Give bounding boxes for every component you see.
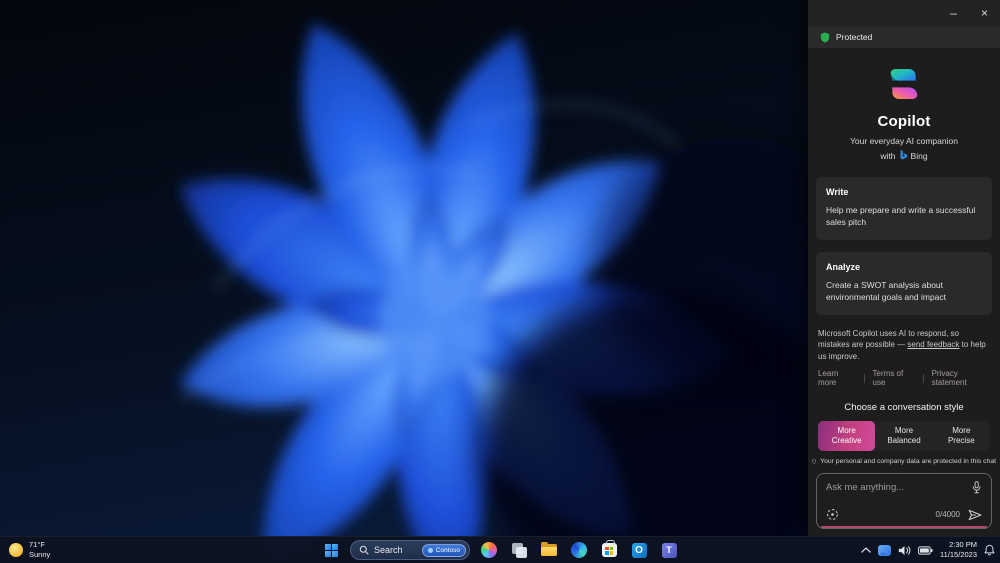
data-protection-notice: Your personal and company data are prote… — [808, 457, 1000, 466]
char-counter: 0/4000 — [935, 510, 960, 519]
data-protection-text: Your personal and company data are prote… — [820, 458, 996, 465]
taskbar: 71°F Sunny Search Contoso O T 2:30 PM 11… — [0, 536, 1000, 563]
taskbar-icon-file-explorer[interactable] — [538, 539, 560, 561]
privacy-statement-link[interactable]: Privacy statement — [932, 369, 990, 387]
suggestion-cards: Write Help me prepare and write a succes… — [808, 177, 1000, 315]
taskbar-icon-store[interactable] — [598, 539, 620, 561]
taskbar-icon-copilot[interactable] — [478, 539, 500, 561]
weather-widget[interactable]: 71°F Sunny — [9, 540, 50, 560]
card-title: Write — [826, 187, 849, 197]
taskbar-icon-edge[interactable] — [568, 539, 590, 561]
with-label: with — [880, 150, 896, 161]
suggestion-card-write[interactable]: Write Help me prepare and write a succes… — [816, 177, 992, 240]
link-divider — [863, 373, 865, 383]
ai-disclaimer: Microsoft Copilot uses AI to respond, so… — [818, 328, 990, 363]
bell-icon[interactable] — [984, 544, 995, 556]
tray-date: 11/15/2023 — [940, 550, 977, 559]
taskbar-center: Search Contoso O T — [320, 539, 680, 561]
weather-temp: 71°F — [29, 540, 45, 550]
chat-input-box: 0/4000 — [816, 473, 992, 529]
conversation-style-heading: Choose a conversation style — [844, 402, 964, 414]
task-view-icon — [511, 542, 527, 558]
style-more-balanced[interactable]: More Balanced — [875, 421, 932, 451]
search-icon — [359, 545, 369, 555]
desktop: – × Protected Copilot Your everyday AI c… — [0, 0, 1000, 563]
terms-of-use-link[interactable]: Terms of use — [873, 369, 915, 387]
card-body: Create a SWOT analysis about environment… — [826, 279, 947, 302]
start-button[interactable] — [320, 539, 342, 561]
copilot-subtitle: Your everyday AI companion — [850, 136, 958, 146]
copilot-panel: – × Protected Copilot Your everyday AI c… — [808, 0, 1000, 536]
windows-logo-icon — [324, 543, 338, 557]
clock[interactable]: 2:30 PM 11/15/2023 — [940, 540, 977, 560]
copilot-titlebar: – × — [808, 0, 1000, 26]
system-tray: 2:30 PM 11/15/2023 — [861, 540, 995, 560]
protected-label: Protected — [836, 32, 873, 42]
card-title: Analyze — [826, 261, 861, 272]
send-icon[interactable] — [968, 509, 982, 521]
style-more-creative[interactable]: More Creative — [818, 421, 876, 452]
taskbar-icon-teams[interactable]: T — [658, 539, 680, 561]
close-icon[interactable]: × — [977, 5, 992, 21]
link-divider — [922, 373, 924, 383]
teams-icon: T — [661, 542, 677, 558]
folder-icon — [541, 542, 557, 556]
chevron-up-icon[interactable] — [861, 547, 871, 553]
card-body: Help me prepare and write a successful s… — [826, 205, 976, 227]
speaker-icon[interactable] — [898, 545, 911, 556]
ask-input[interactable] — [826, 482, 965, 493]
legal-links: Learn more Terms of use Privacy statemen… — [818, 369, 990, 387]
copilot-title: Copilot — [877, 113, 931, 130]
copilot-logo — [890, 68, 918, 100]
weather-condition: Sunny — [29, 550, 51, 559]
conversation-style-toggle: More Creative More Balanced More Precise — [818, 421, 990, 452]
minimize-icon[interactable]: – — [946, 5, 961, 21]
chat-tray-icon[interactable] — [878, 544, 892, 556]
edge-icon — [571, 542, 587, 558]
search-box[interactable]: Search Contoso — [350, 540, 470, 560]
outlook-icon: O — [631, 542, 647, 558]
learn-more-link[interactable]: Learn more — [818, 369, 856, 387]
bing-logo — [900, 150, 907, 160]
taskbar-icon-task-view[interactable] — [508, 539, 530, 561]
mic-icon[interactable] — [971, 481, 982, 494]
store-icon — [601, 540, 617, 557]
with-bing-row: with Bing — [808, 150, 1000, 161]
search-highlight-badge[interactable]: Contoso — [421, 543, 466, 557]
shield-icon — [820, 32, 830, 42]
search-label: Search — [374, 545, 403, 555]
bing-label: Bing — [910, 150, 928, 161]
sun-icon — [9, 543, 23, 557]
suggestion-card-analyze[interactable]: Analyze Create a SWOT analysis about env… — [816, 251, 992, 315]
copilot-icon — [481, 542, 497, 558]
tray-time: 2:30 PM — [949, 540, 977, 550]
visual-search-icon[interactable] — [826, 508, 839, 521]
privacy-shield-icon — [812, 459, 816, 464]
protected-status: Protected — [808, 26, 1000, 48]
taskbar-icon-outlook[interactable]: O — [628, 539, 650, 561]
style-more-precise[interactable]: More Precise — [933, 421, 990, 451]
badge-label: Contoso — [435, 546, 460, 554]
badge-logo-icon — [427, 547, 433, 553]
battery-icon[interactable] — [918, 545, 933, 555]
send-feedback-link[interactable]: send feedback — [907, 340, 959, 349]
